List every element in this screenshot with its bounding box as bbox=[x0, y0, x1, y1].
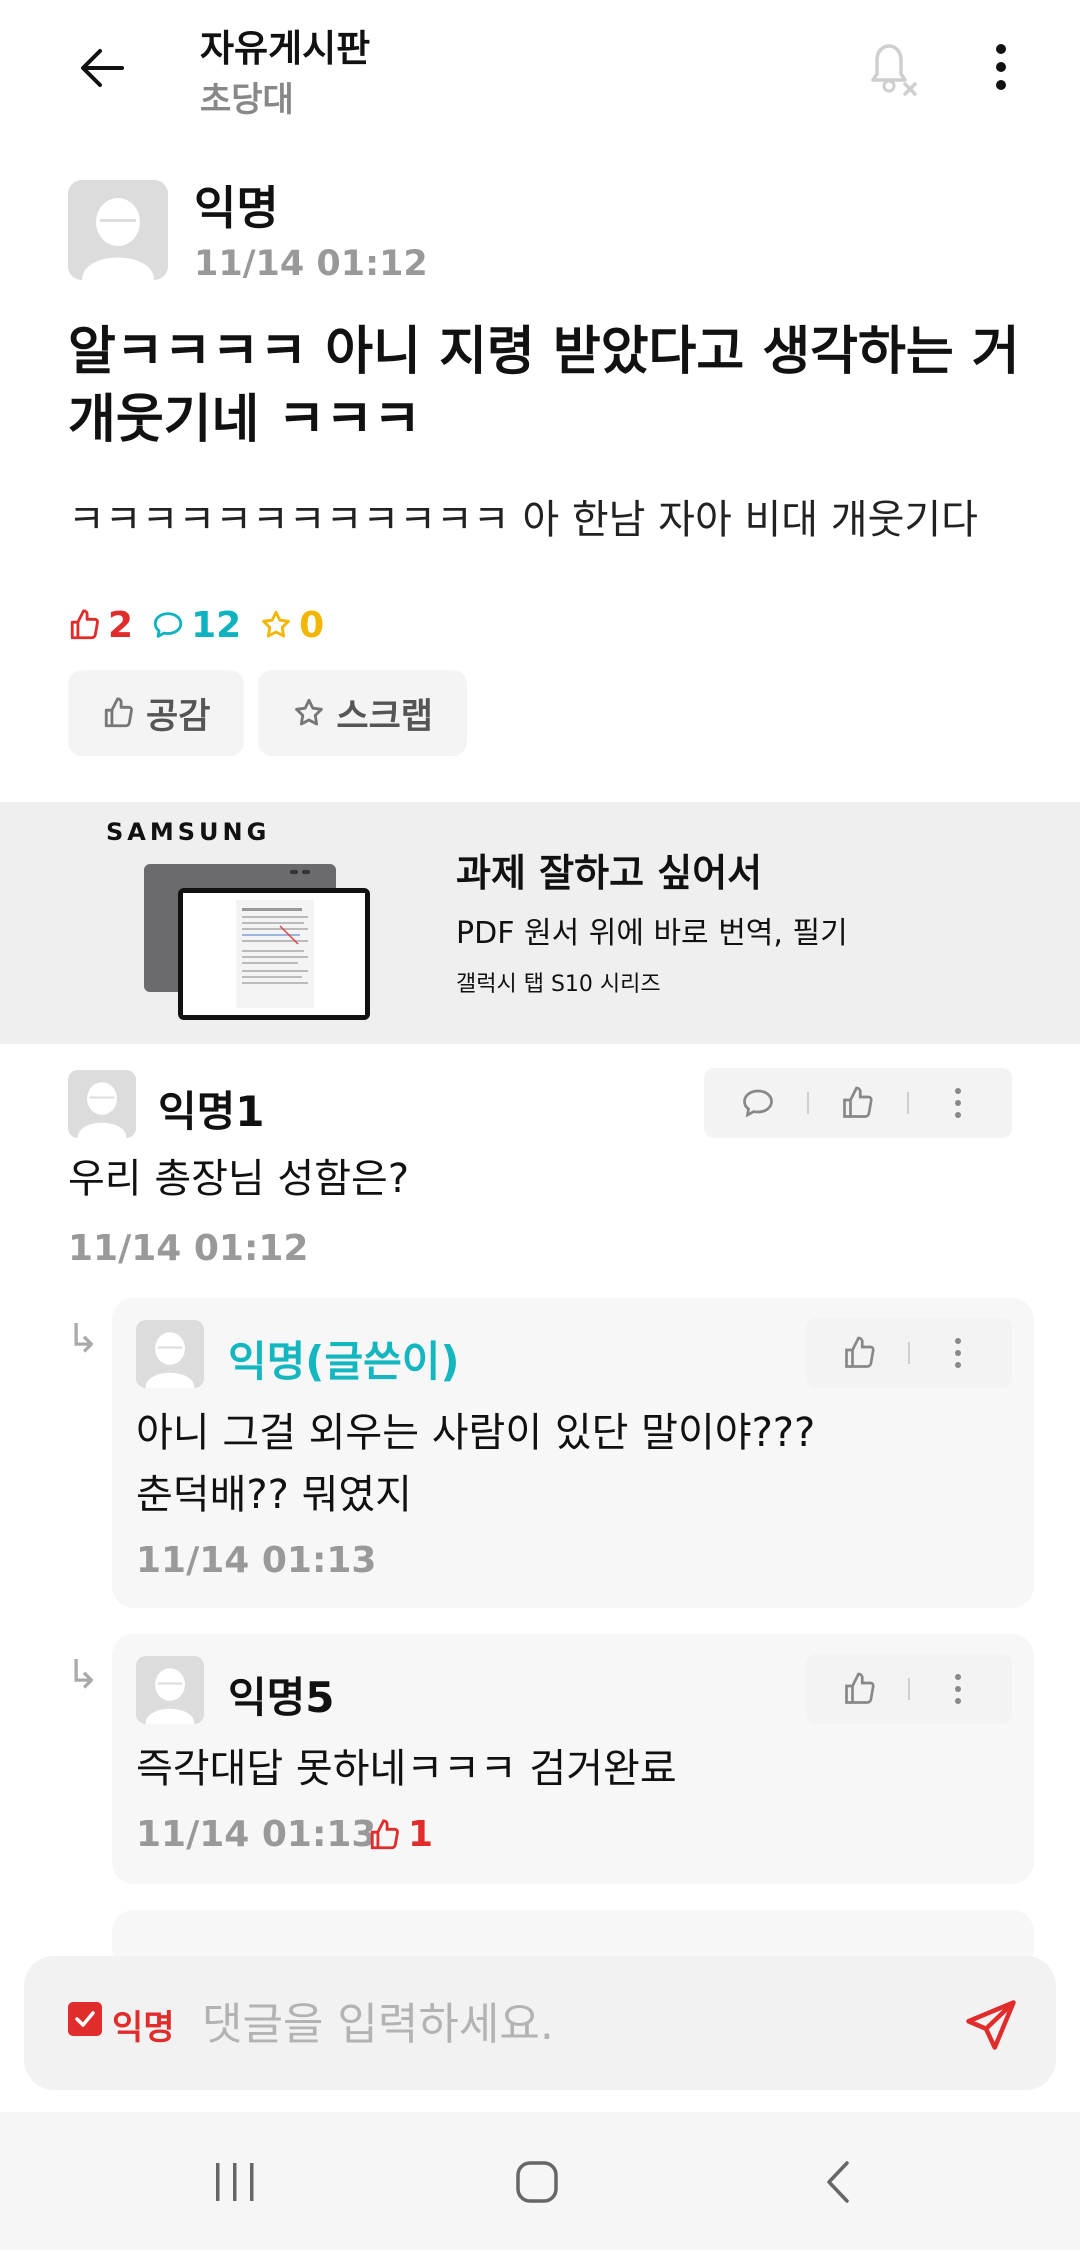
bell-off-icon bbox=[871, 44, 917, 96]
ad-banner[interactable]: SAMSUNG 과제 잘하고 싶어서 PDF 원서 위에 바로 번역, 필기 갤… bbox=[0, 802, 1080, 1044]
scrap-count-value: 0 bbox=[299, 604, 325, 646]
comment-time: 11/14 01:12 bbox=[68, 1228, 309, 1269]
more-vertical-icon bbox=[954, 1088, 961, 1118]
send-button[interactable] bbox=[956, 1990, 1026, 2060]
thumbs-up-icon bbox=[70, 609, 99, 640]
post-stats: 2 12 0 bbox=[68, 600, 324, 650]
divider bbox=[908, 1342, 910, 1364]
tablet-product-image bbox=[144, 864, 370, 1020]
ad-product-name: 갤럭시 탭 S10 시리즈 bbox=[456, 972, 661, 997]
ad-subline: PDF 원서 위에 바로 번역, 필기 bbox=[456, 916, 848, 951]
reply-card: 익명(글쓴이) 아니 그걸 외우는 사람이 있단 말이야??? 춘덕배?? 뭐였… bbox=[112, 1298, 1034, 1608]
like-count-value: 2 bbox=[108, 604, 134, 646]
star-icon bbox=[295, 698, 324, 726]
comment-avatar bbox=[68, 1070, 136, 1138]
star-icon bbox=[262, 610, 291, 638]
comment-text: 우리 총장님 성함은? bbox=[68, 1156, 410, 1202]
post-time: 11/14 01:12 bbox=[194, 244, 428, 284]
recent-apps-button[interactable] bbox=[190, 2142, 280, 2222]
reply-more-button[interactable] bbox=[938, 1333, 978, 1373]
more-vertical-icon bbox=[955, 1674, 961, 1704]
reply-controls bbox=[806, 1654, 1012, 1724]
reply-avatar bbox=[136, 1656, 204, 1724]
top-app-bar: 자유게시판 초당대 bbox=[0, 0, 1080, 160]
post-author: 익명 bbox=[194, 181, 279, 235]
comment-count-value: 12 bbox=[191, 604, 242, 646]
home-button[interactable] bbox=[492, 2142, 582, 2222]
more-vertical-icon bbox=[955, 1338, 961, 1368]
reply-indicator-icon: ↳ bbox=[66, 1316, 100, 1362]
thumbs-up-icon bbox=[845, 1336, 875, 1368]
default-user-icon bbox=[136, 1656, 204, 1724]
reply-time: 11/14 01:13 bbox=[136, 1814, 377, 1855]
reply-card: 익명5 즉각대답 못하네ㅋㅋㅋ 검거완료 11/14 01:13 1 bbox=[112, 1634, 1034, 1884]
board-title: 자유게시판 bbox=[200, 27, 371, 70]
thumbs-up-icon bbox=[845, 1672, 875, 1704]
reply-controls bbox=[806, 1318, 1012, 1388]
post-body: ㅋㅋㅋㅋㅋㅋㅋㅋㅋㅋㅋㅋ 아 한남 자아 비대 개웃기다 bbox=[68, 497, 978, 543]
chevron-left-icon bbox=[827, 2161, 849, 2203]
speech-bubble-icon bbox=[743, 1089, 774, 1118]
home-icon bbox=[516, 2161, 558, 2203]
reply-text-line1: 아니 그걸 외우는 사람이 있단 말이야??? bbox=[136, 1410, 816, 1456]
reply-like-count: 1 bbox=[368, 1814, 433, 1855]
like-count: 2 bbox=[68, 605, 133, 646]
more-options-button[interactable] bbox=[976, 34, 1026, 100]
comment-input-bar: 익명 bbox=[24, 1956, 1056, 2090]
check-icon bbox=[75, 2011, 95, 2027]
comment-count: 12 bbox=[151, 605, 241, 646]
school-name: 초당대 bbox=[200, 80, 294, 120]
reply-button[interactable] bbox=[738, 1083, 778, 1123]
speech-bubble-icon bbox=[153, 612, 183, 638]
reply-more-button[interactable] bbox=[938, 1669, 978, 1709]
scrap-button[interactable]: 스크랩 bbox=[258, 670, 468, 756]
divider bbox=[906, 1092, 909, 1114]
anonymous-checkbox[interactable] bbox=[68, 2002, 102, 2036]
default-user-icon bbox=[68, 1070, 136, 1138]
system-navigation-bar bbox=[0, 2112, 1080, 2250]
reply-avatar bbox=[136, 1320, 204, 1388]
thumbs-up-icon bbox=[104, 697, 133, 728]
comment-author: 익명1 bbox=[158, 1087, 265, 1136]
divider bbox=[807, 1092, 810, 1114]
scrap-button-label: 스크랩 bbox=[336, 696, 434, 737]
like-button[interactable]: 공감 bbox=[68, 670, 245, 756]
divider bbox=[908, 1678, 910, 1700]
like-button-label: 공감 bbox=[146, 696, 211, 737]
comment-like-button[interactable] bbox=[838, 1083, 878, 1123]
reply-like-button[interactable] bbox=[840, 1333, 880, 1373]
thumbs-up-icon bbox=[370, 1818, 399, 1849]
default-user-icon bbox=[68, 180, 168, 280]
system-back-button[interactable] bbox=[794, 2142, 884, 2222]
notification-toggle-button[interactable] bbox=[858, 34, 924, 100]
thumbs-up-icon bbox=[843, 1086, 873, 1118]
scrap-count: 0 bbox=[259, 605, 324, 646]
comment-controls bbox=[704, 1068, 1012, 1138]
comment-more-button[interactable] bbox=[938, 1083, 978, 1123]
reply-like-count-value: 1 bbox=[408, 1814, 434, 1855]
reply-indicator-icon: ↳ bbox=[66, 1652, 100, 1698]
reply-time: 11/14 01:13 bbox=[136, 1540, 377, 1581]
more-vertical-icon bbox=[996, 44, 1006, 90]
reply-author: 익명5 bbox=[228, 1673, 335, 1722]
recent-apps-icon bbox=[216, 2163, 254, 2201]
default-user-icon bbox=[136, 1320, 204, 1388]
send-icon bbox=[966, 2000, 1016, 2050]
reply-like-button[interactable] bbox=[840, 1669, 880, 1709]
arrow-left-icon bbox=[81, 49, 124, 87]
reply-text-line1: 즉각대답 못하네ㅋㅋㅋ 검거완료 bbox=[136, 1746, 677, 1792]
post-actions: 공감 스크랩 bbox=[68, 670, 468, 756]
reply-author-op: 익명(글쓴이) bbox=[228, 1337, 460, 1386]
author-avatar bbox=[68, 180, 168, 280]
comment-input[interactable] bbox=[202, 1986, 962, 2062]
post-title: 알ㅋㅋㅋㅋ 아니 지령 받았다고 생각하는 거 개웃기네 ㅋㅋㅋ bbox=[68, 322, 1020, 450]
ad-headline: 과제 잘하고 싶어서 bbox=[456, 851, 763, 895]
back-button[interactable] bbox=[70, 36, 134, 100]
ad-brand-logo: SAMSUNG bbox=[106, 818, 271, 846]
anonymous-label[interactable]: 익명 bbox=[112, 2000, 175, 2049]
reply-text-line2: 춘덕배?? 뭐였지 bbox=[136, 1472, 412, 1518]
